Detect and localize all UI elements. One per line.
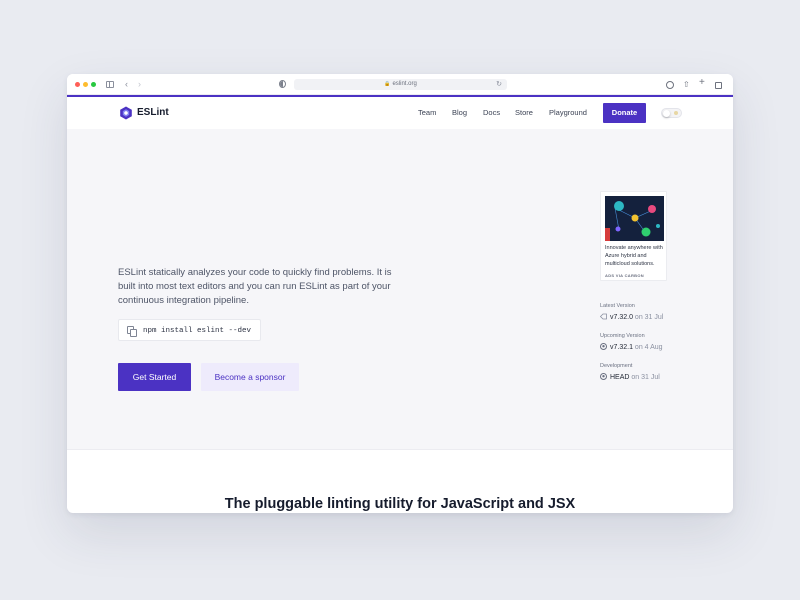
get-started-button[interactable]: Get Started (118, 363, 191, 391)
latest-version-date: on 31 Jul (634, 314, 664, 321)
install-command-box[interactable]: npm install eslint --dev (118, 319, 261, 341)
theme-toggle[interactable] (661, 108, 682, 118)
install-command: npm install eslint --dev (143, 327, 252, 335)
url-text: eslint.org (392, 81, 417, 87)
site-header: ESLint Team Blog Docs Store Playground D… (67, 97, 733, 129)
github-icon (600, 343, 607, 350)
nav-link-team[interactable]: Team (418, 108, 436, 118)
upcoming-version-label: Upcoming Version (600, 333, 645, 339)
upcoming-version-number[interactable]: v7.32.1 (610, 344, 633, 351)
development-version-date: on 31 Jul (631, 374, 660, 381)
minimize-window-button[interactable] (83, 82, 88, 87)
section-heading: The pluggable linting utility for JavaSc… (224, 496, 576, 512)
upcoming-version-row[interactable]: v7.32.1 on 4 Aug (600, 343, 663, 352)
eslint-logo-icon[interactable] (119, 106, 133, 120)
nav-link-store[interactable]: Store (515, 108, 533, 118)
latest-version-label: Latest Version (600, 303, 635, 309)
shield-icon[interactable] (279, 80, 286, 88)
github-icon (600, 373, 607, 380)
sidebar-icon[interactable] (106, 81, 114, 88)
lock-icon: 🔒 (384, 81, 391, 87)
copy-icon[interactable] (127, 326, 137, 337)
forward-icon[interactable]: › (138, 79, 141, 90)
back-icon[interactable]: ‹ (125, 79, 128, 90)
carbon-ad[interactable]: Innovate anywhere with Azure hybrid and … (600, 191, 667, 281)
donate-button[interactable]: Donate (603, 103, 646, 123)
sun-icon (674, 111, 678, 115)
tag-icon (600, 313, 607, 320)
become-sponsor-button[interactable]: Become a sponsor (201, 363, 299, 391)
hero-description: ESLint statically analyzes your code to … (118, 267, 392, 306)
new-tab-icon[interactable]: + (699, 77, 705, 88)
share-icon[interactable]: ⇧ (683, 79, 690, 90)
hero-section: ESLint statically analyzes your code to … (67, 129, 733, 450)
development-version-row[interactable]: HEAD on 31 Jul (600, 373, 660, 382)
nav-link-blog[interactable]: Blog (452, 108, 467, 118)
latest-version-row[interactable]: v7.32.0 on 31 Jul (600, 313, 663, 322)
toggle-knob (663, 110, 670, 117)
ad-image[interactable] (605, 196, 664, 241)
address-bar[interactable]: 🔒 eslint.org ↻ (294, 79, 507, 90)
browser-window: ‹ › 🔒 eslint.org ↻ ⇧ + ESLint Team Blog D… (67, 74, 733, 513)
reload-icon[interactable]: ↻ (496, 79, 502, 90)
ad-text[interactable]: Innovate anywhere with Azure hybrid and … (605, 244, 665, 268)
browser-toolbar: ‹ › 🔒 eslint.org ↻ ⇧ + (67, 74, 733, 95)
brand-name[interactable]: ESLint (137, 106, 169, 120)
download-icon[interactable] (666, 81, 674, 89)
tabs-overview-icon[interactable] (715, 82, 722, 89)
nav-link-playground[interactable]: Playground (549, 108, 587, 118)
latest-version-number[interactable]: v7.32.0 (610, 314, 633, 321)
close-window-button[interactable] (75, 82, 80, 87)
upcoming-version-date: on 4 Aug (634, 344, 663, 351)
ad-via-label[interactable]: ADS VIA CARBON (605, 273, 644, 278)
zoom-window-button[interactable] (91, 82, 96, 87)
development-version-label: Development (600, 363, 633, 369)
development-version-number[interactable]: HEAD (610, 374, 629, 381)
nav-link-docs[interactable]: Docs (483, 108, 500, 118)
